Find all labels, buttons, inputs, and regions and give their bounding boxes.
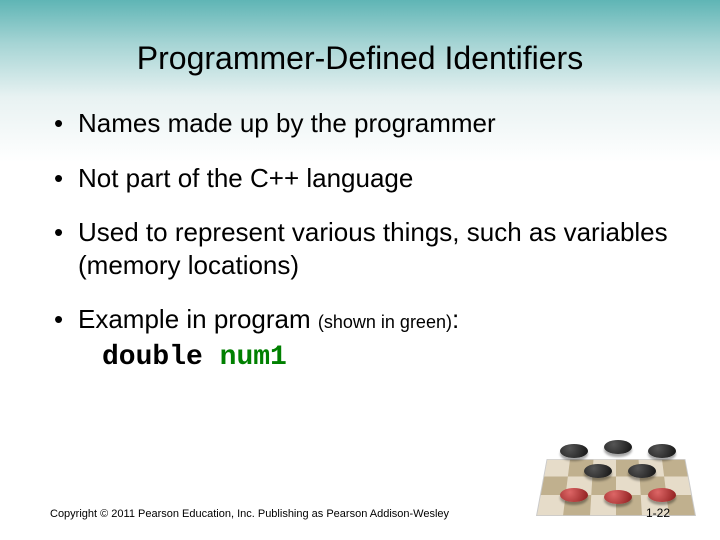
bullet-item: Not part of the C++ language <box>50 162 670 195</box>
checker-piece-icon <box>604 490 632 504</box>
checker-piece-icon <box>648 444 676 458</box>
bullet-text: Used to represent various things, such a… <box>78 217 668 280</box>
code-example: double num1 <box>78 340 670 375</box>
checker-piece-icon <box>604 440 632 454</box>
checker-piece-icon <box>628 464 656 478</box>
bullet-list: Names made up by the programmer Not part… <box>50 107 670 375</box>
checker-piece-icon <box>560 444 588 458</box>
code-keyword: double <box>102 342 203 373</box>
bullet-text-lead: Example in program <box>78 304 318 334</box>
bullet-text: Names made up by the programmer <box>78 108 496 138</box>
slide: Programmer-Defined Identifiers Names mad… <box>0 0 720 540</box>
bullet-item: Example in program (shown in green): dou… <box>50 303 670 375</box>
checker-piece-icon <box>648 488 676 502</box>
checker-piece-icon <box>560 488 588 502</box>
checkerboard-image <box>536 436 696 516</box>
bullet-text-colon: : <box>452 304 459 334</box>
code-space <box>203 342 220 373</box>
checker-piece-icon <box>584 464 612 478</box>
code-identifier: num1 <box>220 342 287 373</box>
page-number: 1-22 <box>646 506 670 520</box>
bullet-text-paren: (shown in green) <box>318 312 452 332</box>
copyright-text: Copyright © 2011 Pearson Education, Inc.… <box>50 508 449 520</box>
bullet-item: Used to represent various things, such a… <box>50 216 670 281</box>
bullet-item: Names made up by the programmer <box>50 107 670 140</box>
footer: Copyright © 2011 Pearson Education, Inc.… <box>50 506 670 520</box>
slide-title: Programmer-Defined Identifiers <box>50 40 670 77</box>
bullet-text: Not part of the C++ language <box>78 163 413 193</box>
